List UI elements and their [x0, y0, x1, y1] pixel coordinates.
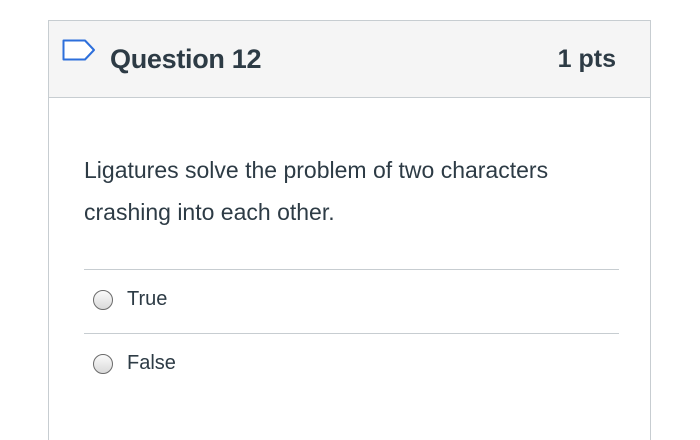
answer-option-false[interactable]: False: [84, 333, 619, 397]
answer-label[interactable]: True: [127, 285, 167, 313]
bookmark-flag-icon[interactable]: [62, 39, 96, 61]
radio-button[interactable]: [93, 354, 113, 374]
question-text: Ligatures solve the problem of two chara…: [84, 157, 549, 225]
radio-button[interactable]: [93, 290, 113, 310]
answer-list: True False: [84, 269, 619, 397]
answer-label[interactable]: False: [127, 349, 176, 377]
question-title: Question 12: [110, 44, 262, 74]
question-card: Question 12 1 pts Ligatures solve the pr…: [48, 20, 651, 440]
question-points: 1 pts: [557, 45, 616, 73]
answer-option-true[interactable]: True: [84, 269, 619, 333]
question-header: Question 12 1 pts: [49, 21, 650, 98]
